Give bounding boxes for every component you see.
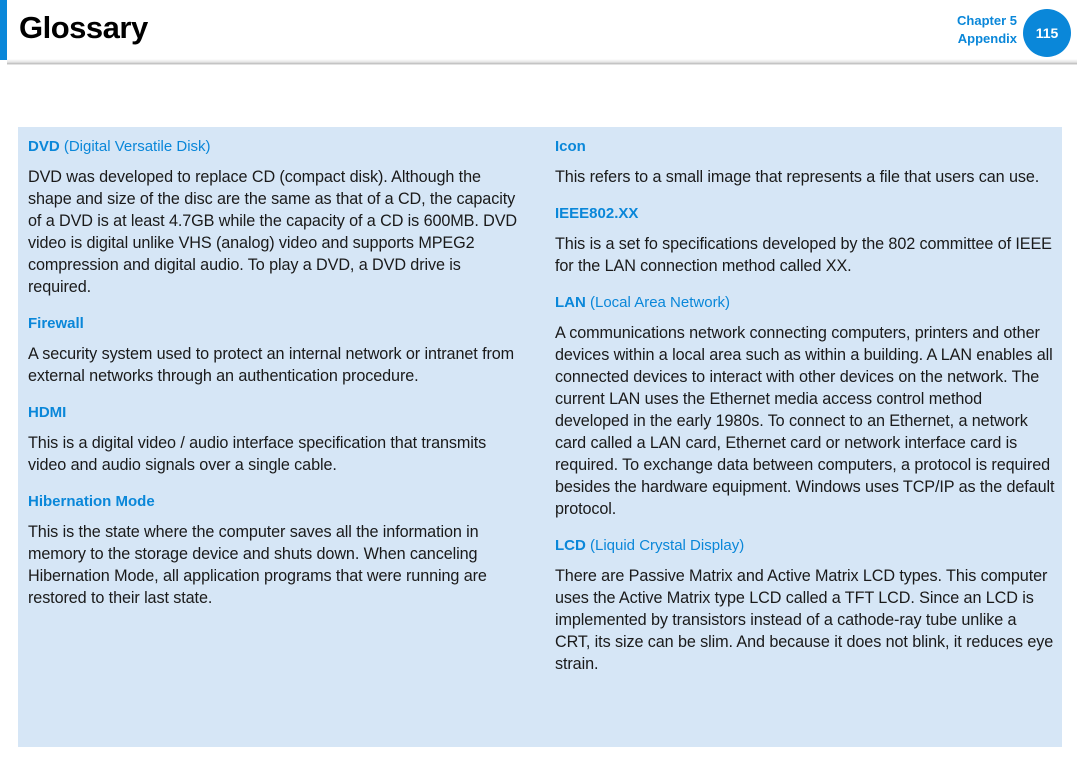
glossary-entry-hibernation-mode: Hibernation Mode This is the state where… — [28, 492, 523, 609]
glossary-definition: This refers to a small image that repres… — [555, 168, 1040, 186]
glossary-right-column: Icon This refers to a small image that r… — [555, 137, 1055, 691]
glossary-left-column: DVD (Digital Versatile Disk) DVD was dev… — [28, 137, 523, 625]
glossary-entry-hdmi: HDMI This is a digital video / audio int… — [28, 403, 523, 476]
glossary-entry-dvd: DVD (Digital Versatile Disk) DVD was dev… — [28, 137, 523, 298]
glossary-entry-firewall: Firewall A security system used to prote… — [28, 314, 523, 387]
glossary-term: HDMI — [28, 403, 523, 423]
term-name: LAN — [555, 294, 586, 311]
glossary-term: LAN (Local Area Network) — [555, 293, 1055, 313]
glossary-definition: This is a digital video / audio interfac… — [28, 434, 487, 474]
term-name: IEEE802.XX — [555, 205, 639, 222]
glossary-term: Hibernation Mode — [28, 492, 523, 512]
term-name: HDMI — [28, 404, 67, 421]
glossary-entry-lcd: LCD (Liquid Crystal Display) There are P… — [555, 536, 1055, 675]
glossary-definition: A communications network connecting comp… — [555, 324, 1055, 518]
chapter-label: Chapter 5 Appendix — [957, 12, 1017, 48]
glossary-entry-lan: LAN (Local Area Network) A communication… — [555, 293, 1055, 520]
term-name: DVD — [28, 138, 60, 155]
term-name: Firewall — [28, 315, 84, 332]
term-name: Icon — [555, 138, 586, 155]
term-expansion: (Digital Versatile Disk) — [63, 138, 211, 155]
glossary-term: LCD (Liquid Crystal Display) — [555, 536, 1055, 556]
term-name: Hibernation Mode — [28, 493, 155, 510]
header-divider — [7, 59, 1077, 65]
term-expansion: (Local Area Network) — [590, 294, 731, 311]
page-number-badge: 115 — [1023, 9, 1071, 57]
glossary-panel: DVD (Digital Versatile Disk) DVD was dev… — [18, 127, 1062, 747]
glossary-term: IEEE802.XX — [555, 204, 1055, 224]
chapter-section: Appendix — [957, 31, 1017, 46]
glossary-term: Icon — [555, 137, 1055, 157]
page-title: Glossary — [19, 10, 148, 45]
term-expansion: (Liquid Crystal Display) — [590, 537, 745, 554]
glossary-term: Firewall — [28, 314, 523, 334]
glossary-definition: There are Passive Matrix and Active Matr… — [555, 567, 1054, 673]
chapter-number: Chapter 5 — [957, 13, 1017, 28]
term-name: LCD — [555, 537, 586, 554]
accent-bar — [0, 0, 7, 60]
glossary-definition: DVD was developed to replace CD (compact… — [28, 168, 518, 296]
glossary-term: DVD (Digital Versatile Disk) — [28, 137, 523, 157]
page-header: Glossary Chapter 5 Appendix 115 — [0, 0, 1080, 65]
glossary-definition: A security system used to protect an int… — [28, 345, 515, 385]
glossary-entry-ieee802: IEEE802.XX This is a set fo specificatio… — [555, 204, 1055, 277]
glossary-definition: This is the state where the computer sav… — [28, 523, 487, 607]
glossary-definition: This is a set fo specifications develope… — [555, 235, 1052, 275]
glossary-entry-icon: Icon This refers to a small image that r… — [555, 137, 1055, 188]
